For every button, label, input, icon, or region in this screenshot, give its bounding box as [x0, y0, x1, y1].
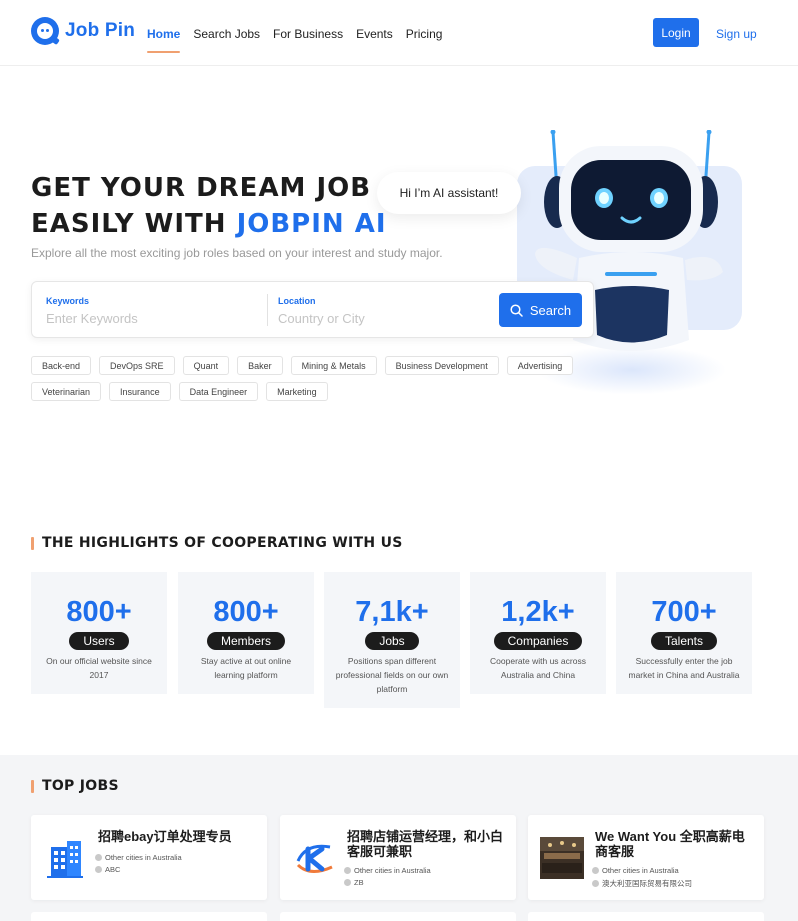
company-icon — [95, 866, 102, 873]
search-icon — [510, 303, 523, 317]
popular-tags: Back-end DevOps SRE Quant Baker Mining &… — [31, 356, 591, 401]
tag-chip[interactable]: Baker — [237, 356, 283, 375]
tag-chip[interactable]: Mining & Metals — [290, 356, 377, 375]
location-pin-icon — [344, 867, 351, 874]
stat-value: 1,2k+ — [501, 596, 575, 628]
job-title: We Want You 全职高薪电商客服 — [595, 829, 745, 859]
job-location-text: Other cities in Australia — [105, 853, 182, 862]
tag-chip[interactable]: Quant — [182, 356, 230, 375]
signup-link[interactable]: Sign up — [716, 27, 757, 41]
keywords-label: Keywords — [46, 296, 90, 306]
job-location: Other cities in Australia — [344, 866, 431, 875]
search-button[interactable]: Search — [499, 293, 582, 327]
hero-title: GET YOUR DREAM JOB EASILY WITH JOBPIN AI — [31, 170, 387, 242]
job-title: 招聘店铺运营经理，和小白客服可兼职 — [347, 829, 504, 859]
stat-description: Positions span different professional fi… — [335, 656, 449, 694]
hero-title-line1: GET YOUR DREAM JOB — [31, 173, 372, 203]
company-icon — [344, 879, 351, 886]
location-field: Location — [278, 296, 468, 328]
job-card[interactable] — [528, 912, 764, 921]
stat-label: Members — [206, 632, 285, 650]
job-card[interactable] — [31, 912, 267, 921]
hero-title-accent: JOBPIN AI — [236, 209, 387, 239]
keywords-field: Keywords — [46, 296, 246, 328]
job-location-text: Other cities in Australia — [354, 866, 431, 875]
nav-pricing[interactable]: Pricing — [406, 27, 443, 53]
stat-value: 800+ — [213, 596, 279, 628]
job-card[interactable]: We Want You 全职高薪电商客服 Other cities in Aus… — [528, 815, 764, 900]
stat-label: Talents — [650, 632, 718, 650]
job-location-text: Other cities in Australia — [602, 866, 679, 875]
location-pin-icon — [95, 854, 102, 861]
job-company-text: ABC — [105, 865, 121, 874]
tag-chip[interactable]: Advertising — [506, 356, 574, 375]
ai-assistant-bubble: Hi I’m AI assistant! — [377, 172, 521, 214]
office-photo — [540, 837, 584, 879]
tag-chip[interactable]: Business Development — [384, 356, 499, 375]
location-pin-icon — [592, 867, 599, 874]
stat-card-talents: 700+ Talents Successfully enter the job … — [616, 572, 752, 694]
nav-search-jobs[interactable]: Search Jobs — [193, 27, 260, 53]
job-search-form: Keywords Location Search — [31, 281, 594, 338]
stat-value: 7,1k+ — [355, 596, 429, 628]
login-button[interactable]: Login — [653, 18, 699, 47]
job-company-text: ZB — [354, 878, 364, 887]
stat-value: 700+ — [651, 596, 717, 628]
location-label: Location — [278, 296, 316, 306]
company-icon — [592, 880, 599, 887]
logo[interactable]: Job Pin — [31, 17, 135, 45]
job-company-text: 澳大利亚国际贸易有限公司 — [602, 879, 692, 888]
hero-subtitle: Explore all the most exciting job roles … — [31, 246, 443, 260]
job-title: 招聘ebay订单处理专员 — [98, 829, 232, 844]
keywords-input[interactable] — [46, 311, 246, 326]
hero-title-prefix: EASILY WITH — [31, 209, 237, 239]
site-header: Job Pin Home Search Jobs For Business Ev… — [0, 0, 798, 66]
stat-card-companies: 1,2k+ Companies Cooperate with us across… — [470, 572, 606, 694]
stat-card-users: 800+ Users On our official website since… — [31, 572, 167, 694]
highlights-title: THE HIGHLIGHTS OF COOPERATING WITH US — [31, 535, 403, 551]
stat-description: Successfully enter the job market in Chi… — [628, 656, 740, 680]
building-icon — [47, 841, 83, 878]
tag-chip[interactable]: Marketing — [266, 382, 328, 401]
stat-value: 800+ — [66, 596, 132, 628]
logo-text: Job Pin — [65, 20, 136, 41]
job-card[interactable] — [280, 912, 516, 921]
job-card[interactable]: 招聘ebay订单处理专员 Other cities in Australia A… — [31, 815, 267, 900]
main-nav: Home Search Jobs For Business Events Pri… — [147, 27, 455, 53]
job-card[interactable]: 招聘店铺运营经理，和小白客服可兼职 Other cities in Austra… — [280, 815, 516, 900]
job-company: 澳大利亚国际贸易有限公司 — [592, 878, 692, 889]
stat-label: Users — [69, 632, 129, 650]
stat-card-members: 800+ Members Stay active at out online l… — [178, 572, 314, 694]
job-company: ZB — [344, 878, 364, 887]
stat-label: Companies — [493, 632, 583, 650]
tag-chip[interactable]: Data Engineer — [178, 382, 259, 401]
top-jobs-title: TOP JOBS — [31, 778, 119, 794]
tag-chip[interactable]: Insurance — [109, 382, 171, 401]
field-divider — [267, 294, 268, 326]
hero-title-line2: EASILY WITH JOBPIN AI — [31, 206, 387, 242]
nav-for-business[interactable]: For Business — [273, 27, 343, 53]
location-input[interactable] — [278, 311, 468, 326]
stat-description: On our official website since 2017 — [46, 656, 152, 680]
tag-chip[interactable]: Veterinarian — [31, 382, 102, 401]
nav-home[interactable]: Home — [147, 27, 181, 53]
stat-description: Stay active at out online learning platf… — [200, 656, 292, 680]
stat-card-jobs: 7,1k+ Jobs Positions span different prof… — [324, 572, 460, 708]
stat-description: Cooperate with us across Australia and C… — [490, 656, 586, 680]
job-location: Other cities in Australia — [592, 866, 679, 875]
nav-events[interactable]: Events — [356, 27, 393, 53]
job-location: Other cities in Australia — [95, 853, 182, 862]
search-button-label: Search — [529, 302, 572, 318]
stat-label: Jobs — [365, 632, 419, 650]
tag-chip[interactable]: DevOps SRE — [99, 356, 175, 375]
job-company: ABC — [95, 865, 120, 874]
k-brand-icon — [296, 844, 333, 873]
logo-icon — [31, 17, 59, 45]
tag-chip[interactable]: Back-end — [31, 356, 92, 375]
